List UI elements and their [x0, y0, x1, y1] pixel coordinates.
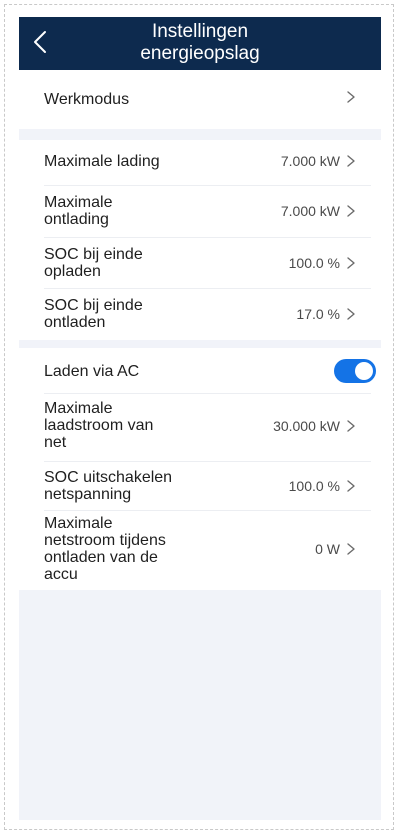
- laden-via-ac-toggle[interactable]: [334, 359, 376, 383]
- soc-einde-ontladen-value-text: 17.0 %: [296, 306, 340, 322]
- maximale-laadstroom-label-line2: laadstroom van: [44, 417, 154, 434]
- soc-einde-opladen-label-line2: opladen: [44, 263, 101, 280]
- maximale-ontlading-value: 7.000 kW: [281, 203, 357, 219]
- maximale-netstroom-label: Maximale netstroom tijdens ontladen van …: [44, 515, 194, 583]
- soc-einde-opladen-value-text: 100.0 %: [288, 255, 340, 271]
- soc-einde-ontladen-label-line1: SOC bij einde: [44, 297, 143, 314]
- row-soc-uitschakelen[interactable]: SOC uitschakelen netspanning 100.0 %: [19, 462, 381, 510]
- maximale-lading-value: 7.000 kW: [281, 153, 357, 169]
- row-maximale-laadstroom[interactable]: Maximale laadstroom van net 30.000 kW: [19, 394, 381, 461]
- row-maximale-lading[interactable]: Maximale lading 7.000 kW: [19, 140, 381, 185]
- chevron-right-icon: [347, 308, 355, 320]
- maximale-laadstroom-label: Maximale laadstroom van net: [44, 400, 194, 451]
- chevron-right-icon: [347, 205, 355, 217]
- soc-uitschakelen-value: 100.0 %: [289, 478, 357, 494]
- page-title-line1: Instellingen: [151, 21, 249, 42]
- maximale-netstroom-value: 0 W: [315, 541, 357, 557]
- row-soc-einde-opladen[interactable]: SOC bij einde opladen 100.0 %: [19, 238, 381, 288]
- maximale-netstroom-value-text: 0 W: [315, 541, 340, 557]
- maximale-ontlading-label: Maximale ontlading: [44, 194, 194, 228]
- soc-einde-opladen-value: 100.0 %: [289, 255, 357, 271]
- chevron-right-icon: [347, 155, 355, 167]
- soc-einde-ontladen-label-line2: ontladen: [44, 314, 106, 331]
- chevron-right-icon: [347, 420, 355, 432]
- maximale-laadstroom-label-line3: net: [44, 434, 67, 451]
- soc-uitschakelen-label-line2: netspanning: [44, 486, 132, 503]
- chevron-right-icon: [347, 480, 355, 492]
- settings-group-mode: Werkmodus: [19, 70, 381, 129]
- soc-einde-opladen-label: SOC bij einde opladen: [44, 246, 194, 280]
- maximale-laadstroom-value-text: 30.000 kW: [273, 418, 340, 434]
- back-button[interactable]: [27, 27, 53, 57]
- row-soc-einde-ontladen[interactable]: SOC bij einde ontladen 17.0 %: [19, 289, 381, 340]
- row-maximale-netstroom[interactable]: Maximale netstroom tijdens ontladen van …: [19, 511, 381, 590]
- chevron-right-icon: [347, 91, 355, 103]
- row-maximale-ontlading[interactable]: Maximale ontlading 7.000 kW: [19, 186, 381, 237]
- maximale-netstroom-label-line2: netstroom tijdens: [44, 532, 166, 549]
- maximale-lading-value-text: 7.000 kW: [280, 153, 340, 169]
- soc-einde-ontladen-value: 17.0 %: [296, 306, 357, 322]
- werkmodus-value: [340, 90, 357, 104]
- row-werkmodus[interactable]: Werkmodus: [19, 70, 381, 129]
- maximale-netstroom-label-line4: accu: [44, 566, 78, 583]
- chevron-right-icon: [347, 257, 355, 269]
- row-laden-via-ac: Laden via AC: [19, 348, 381, 393]
- maximale-laadstroom-label-line1: Maximale: [44, 400, 113, 417]
- settings-group-battery: Maximale lading 7.000 kW Maximale ontlad…: [19, 140, 381, 340]
- maximale-ontlading-label-line2: ontlading: [44, 211, 109, 228]
- maximale-ontlading-label-line1: Maximale: [44, 194, 113, 211]
- page-title: Instellingen energieopslag: [79, 21, 321, 65]
- toggle-knob: [355, 362, 373, 380]
- soc-uitschakelen-label: SOC uitschakelen netspanning: [44, 469, 194, 503]
- maximale-netstroom-label-line1: Maximale: [44, 515, 113, 532]
- maximale-laadstroom-value: 30.000 kW: [273, 418, 357, 434]
- phone-screen: Instellingen energieopslag Werkmodus Max…: [19, 17, 381, 820]
- chevron-left-icon: [34, 31, 46, 53]
- page-title-line2: energieopslag: [140, 43, 260, 64]
- soc-einde-ontladen-label: SOC bij einde ontladen: [44, 297, 194, 331]
- soc-uitschakelen-label-line1: SOC uitschakelen: [44, 469, 173, 486]
- app-header: Instellingen energieopslag: [19, 17, 381, 70]
- settings-group-grid: Laden via AC Maximale laadstroom van net…: [19, 348, 381, 590]
- werkmodus-label: Werkmodus: [44, 91, 130, 108]
- soc-uitschakelen-value-text: 100.0 %: [288, 478, 340, 494]
- maximale-netstroom-label-line3: ontladen van de: [44, 549, 158, 566]
- maximale-lading-label: Maximale lading: [44, 153, 160, 170]
- soc-einde-opladen-label-line1: SOC bij einde: [44, 246, 143, 263]
- laden-via-ac-label: Laden via AC: [44, 363, 140, 380]
- chevron-right-icon: [347, 543, 355, 555]
- maximale-ontlading-value-text: 7.000 kW: [280, 203, 340, 219]
